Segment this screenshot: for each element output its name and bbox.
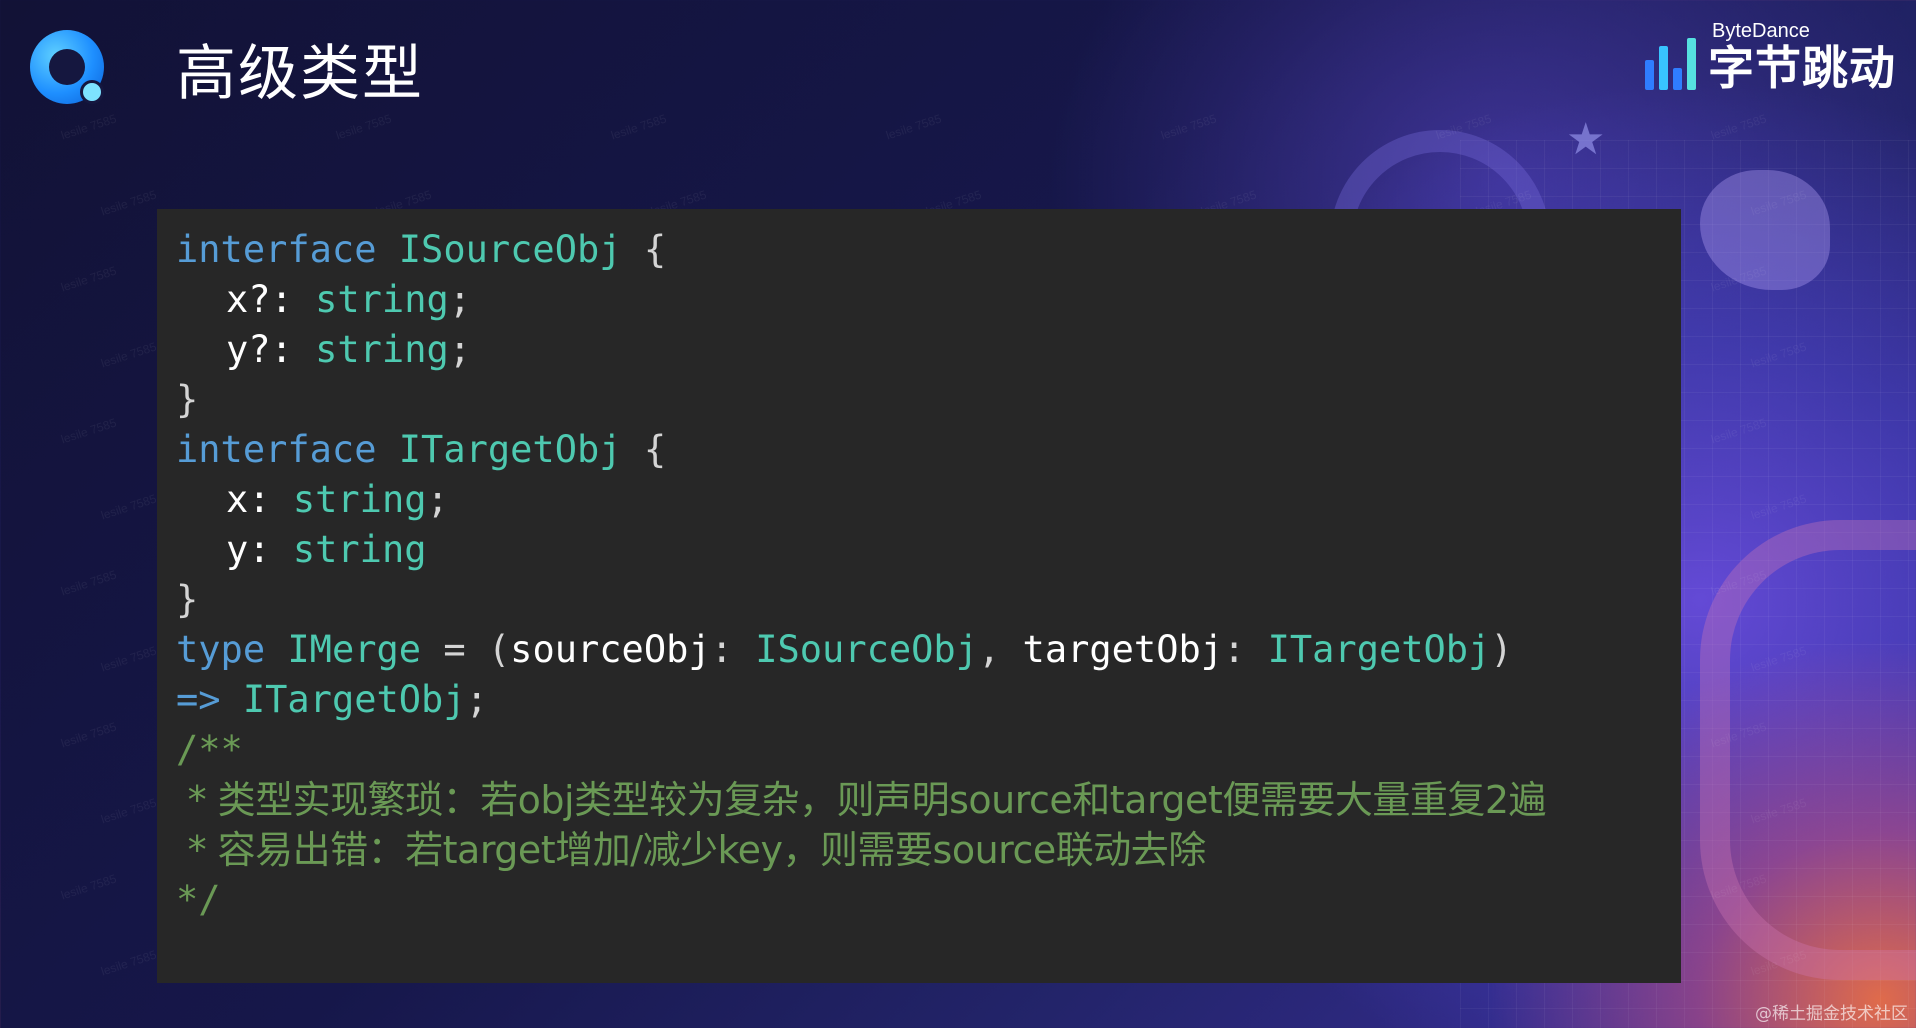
code-comment: * 容易出错：若target增加/减少key，则需要source联动去除 xyxy=(157,825,1681,875)
parameter: sourceObj xyxy=(510,628,711,671)
watermark-text: lesile 7585 xyxy=(59,567,119,599)
comment: */ xyxy=(176,878,221,921)
code-comment: */ xyxy=(157,875,1681,925)
punctuation: ; xyxy=(448,278,472,321)
logo-bar xyxy=(1645,60,1654,90)
code-line: x: string; xyxy=(157,475,1681,525)
watermark-text: lesile 7585 xyxy=(1159,111,1219,143)
type-name: string xyxy=(315,328,449,371)
app-logo-icon xyxy=(30,30,104,104)
watermark-text: lesile 7585 xyxy=(59,719,119,751)
punctuation: { xyxy=(643,428,667,471)
type-name: ISourceObj xyxy=(755,628,978,671)
code-line: => ITargetObj; xyxy=(157,675,1681,725)
watermark-text: lesile 7585 xyxy=(334,111,394,143)
type-name: ITargetObj xyxy=(242,678,466,721)
watermark-text: lesile 7585 xyxy=(59,871,119,903)
source-credit: @稀土掘金技术社区 xyxy=(1755,1004,1908,1024)
type-name: string xyxy=(292,528,427,571)
watermark-text: lesile 7585 xyxy=(99,187,159,219)
code-line: type IMerge = (sourceObj: ISourceObj, ta… xyxy=(157,625,1681,675)
punctuation: ; xyxy=(448,328,472,371)
decorative-track xyxy=(1700,520,1916,980)
code-line: } xyxy=(157,375,1681,425)
watermark-text: lesile 7585 xyxy=(99,947,159,979)
watermark-text: lesile 7585 xyxy=(884,111,944,143)
punctuation: } xyxy=(176,378,199,421)
bytedance-bars-icon xyxy=(1645,36,1696,94)
code-comment: * 类型实现繁琐：若obj类型较为复杂，则声明source和target便需要大… xyxy=(157,775,1681,825)
property: y: xyxy=(226,528,271,571)
code-line: interface ITargetObj { xyxy=(157,425,1681,475)
type-name: ISourceObj xyxy=(398,228,622,271)
property: x: xyxy=(226,478,271,521)
punctuation: { xyxy=(643,228,667,271)
code-line: interface ISourceObj { xyxy=(157,225,1681,275)
punctuation: } xyxy=(176,578,199,621)
parameter: targetObj xyxy=(1022,628,1224,671)
code-line: x?: string; xyxy=(157,275,1681,325)
punctuation: : xyxy=(710,628,733,671)
watermark-text: lesile 7585 xyxy=(59,111,119,143)
punctuation: , xyxy=(977,628,1001,671)
star-icon: ★ xyxy=(1566,114,1606,165)
watermark-text: lesile 7585 xyxy=(609,111,669,143)
punctuation: ( xyxy=(487,628,511,671)
logo-bar xyxy=(1659,46,1668,90)
watermark-text: lesile 7585 xyxy=(59,263,119,295)
keyword: type xyxy=(176,628,266,671)
comment: * 类型实现繁琐：若obj类型较为复杂，则声明source和target便需要大… xyxy=(176,778,1547,822)
brand-name-en: ByteDance xyxy=(1712,20,1810,42)
keyword: interface xyxy=(176,228,377,271)
logo-bar xyxy=(1673,68,1682,90)
type-name: ITargetObj xyxy=(1267,628,1491,671)
code-block: interface ISourceObj { x?: string; y?: s… xyxy=(157,209,1681,983)
comment: /** xyxy=(176,728,243,771)
punctuation: = xyxy=(443,628,466,671)
watermark-text: lesile 7585 xyxy=(99,339,159,371)
punctuation: : xyxy=(1223,628,1246,671)
type-name: ITargetObj xyxy=(398,428,622,471)
keyword: interface xyxy=(176,428,377,471)
type-name: string xyxy=(315,278,449,321)
slide-title: 高级类型 xyxy=(176,39,424,109)
watermark-text: lesile 7585 xyxy=(99,795,159,827)
logo-bar xyxy=(1687,38,1696,90)
code-line: } xyxy=(157,575,1681,625)
punctuation: ) xyxy=(1490,628,1513,671)
watermark-text: lesile 7585 xyxy=(99,491,159,523)
code-line: y?: string; xyxy=(157,325,1681,375)
punctuation: ; xyxy=(426,478,449,521)
watermark-text: lesile 7585 xyxy=(99,643,159,675)
type-name: string xyxy=(292,478,427,521)
property: x?: xyxy=(226,278,293,321)
comment: * 容易出错：若target增加/减少key，则需要source联动去除 xyxy=(176,828,1207,872)
watermark-text: lesile 7585 xyxy=(59,415,119,447)
property: y?: xyxy=(226,328,293,371)
code-comment: /** xyxy=(157,725,1681,775)
punctuation: ; xyxy=(465,678,488,721)
arrow-operator: => xyxy=(176,678,221,721)
code-line: y: string xyxy=(157,525,1681,575)
watermark-text: lesile 7585 xyxy=(1709,111,1769,143)
bytedance-logo: ByteDance 字节跳动 xyxy=(1645,20,1896,94)
type-name: IMerge xyxy=(287,628,422,671)
brand-name-cn: 字节跳动 xyxy=(1708,41,1896,95)
